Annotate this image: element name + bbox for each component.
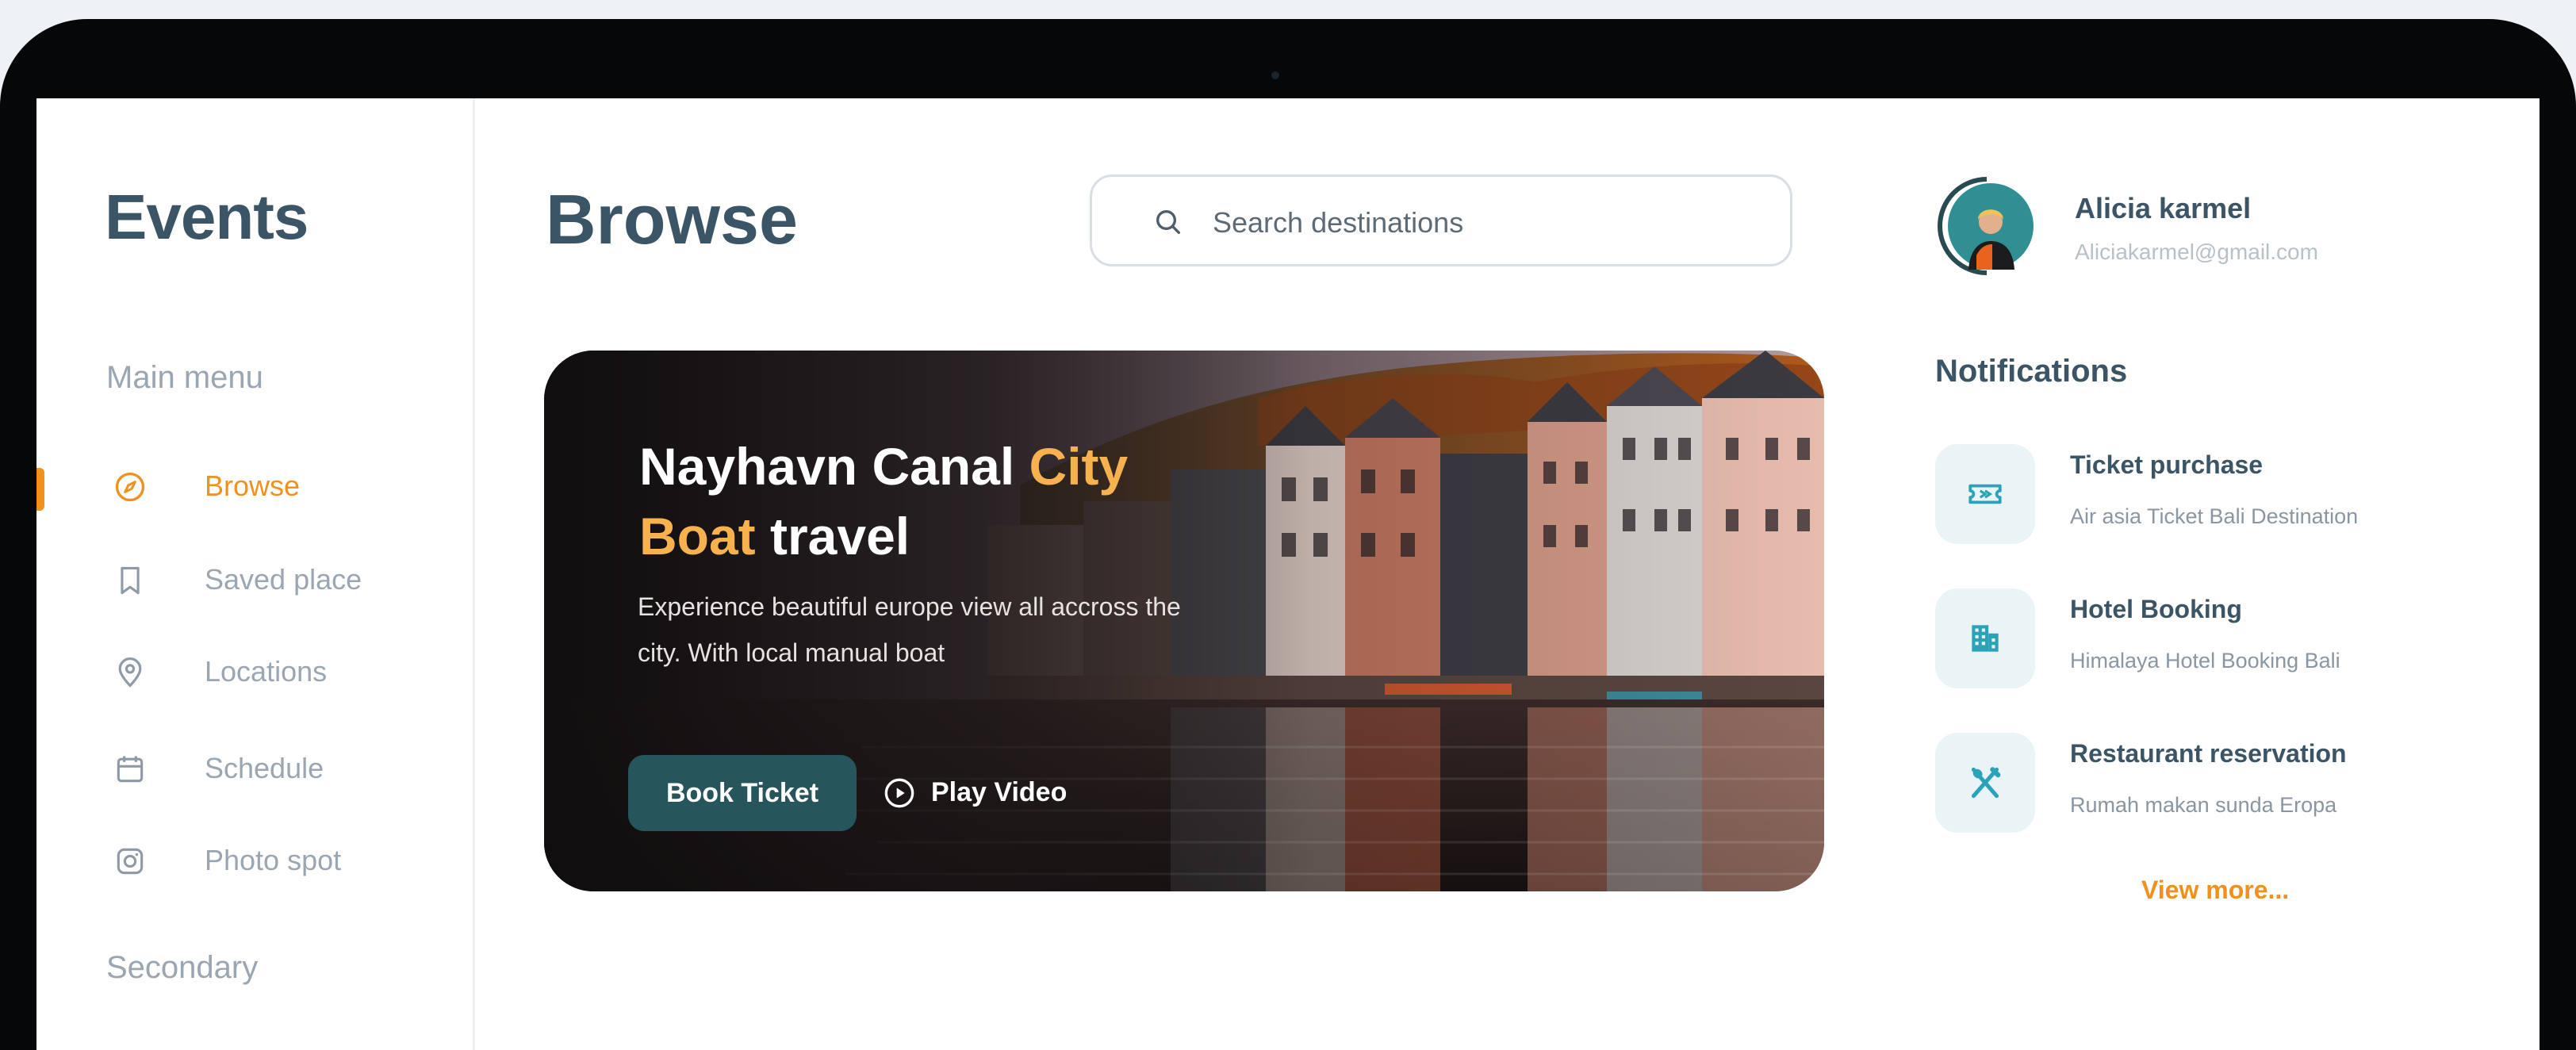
active-indicator — [36, 468, 44, 511]
hero-title: Nayhavn Canal City Boat travel — [639, 437, 1129, 565]
notification-icon-tile — [1935, 588, 2035, 688]
calendar-icon — [117, 756, 144, 783]
building-icon — [1972, 625, 1999, 652]
compass-icon — [115, 472, 145, 502]
sidebar-item-browse[interactable]: Browse — [36, 455, 473, 519]
play-circle-icon — [884, 778, 914, 808]
play-video-label: Play Video — [931, 777, 1068, 807]
camera-icon — [117, 848, 144, 875]
secondary-title: Secondary — [106, 950, 259, 985]
hero-description: Experience beautiful europe view all acc… — [638, 592, 1181, 667]
sidebar-item-label: Photo spot — [205, 844, 342, 876]
sidebar: Events Main menu Browse Saved place Loca… — [36, 98, 475, 1050]
book-ticket-button[interactable]: Book Ticket — [628, 755, 857, 831]
hero-card: Nayhavn Canal City Boat travel Experienc… — [544, 351, 1824, 891]
notification-subtitle: Air asia Ticket Bali Destination — [2070, 504, 2359, 528]
map-pin-icon — [118, 657, 142, 688]
camera-dot — [1271, 71, 1279, 79]
avatar[interactable] — [1937, 176, 2037, 276]
utensils-icon — [1971, 767, 2001, 799]
notification-item-restaurant[interactable]: Restaurant reservation Rumah makan sunda… — [1935, 733, 2427, 836]
sidebar-item-schedule[interactable]: Schedule — [36, 738, 473, 801]
bookmark-icon — [121, 566, 140, 595]
notification-subtitle: Himalaya Hotel Booking Bali — [2070, 649, 2340, 673]
notification-icon-tile — [1935, 444, 2035, 544]
sidebar-item-saved-place[interactable]: Saved place — [36, 549, 473, 612]
notification-title: Ticket purchase — [2070, 450, 2264, 479]
notification-icon-tile — [1935, 733, 2035, 833]
sidebar-item-label: Saved place — [205, 563, 362, 596]
notification-item-hotel[interactable]: Hotel Booking Himalaya Hotel Booking Bal… — [1935, 588, 2427, 692]
app-logo: Events — [105, 182, 309, 252]
notifications-title: Notifications — [1935, 354, 2128, 389]
sidebar-item-label: Schedule — [205, 752, 324, 784]
notification-title: Hotel Booking — [2070, 595, 2242, 623]
notification-title: Restaurant reservation — [2070, 739, 2347, 768]
page-title: Browse — [546, 180, 798, 259]
search-input[interactable] — [1211, 201, 1754, 245]
ticket-icon — [1968, 484, 2002, 504]
sidebar-item-label: Browse — [205, 469, 301, 502]
app-screen: Events Main menu Browse Saved place Loca… — [36, 98, 2540, 1050]
sidebar-item-photo-spot[interactable]: Photo spot — [36, 830, 473, 893]
notification-subtitle: Rumah makan sunda Eropa — [2070, 793, 2337, 817]
profile-email: Aliciakarmel@gmail.com — [2075, 240, 2318, 264]
search-icon — [1156, 210, 1180, 234]
search-bar[interactable] — [1090, 174, 1792, 266]
sidebar-item-locations[interactable]: Locations — [36, 641, 473, 704]
profile-name: Alicia karmel — [2075, 192, 2252, 224]
sidebar-item-label: Locations — [205, 655, 328, 688]
main-menu-title: Main menu — [106, 360, 263, 395]
notification-item-ticket[interactable]: Ticket purchase Air asia Ticket Bali Des… — [1935, 444, 2427, 547]
device-frame: Events Main menu Browse Saved place Loca… — [0, 19, 2576, 1050]
view-more-link[interactable]: View more... — [2141, 876, 2289, 905]
